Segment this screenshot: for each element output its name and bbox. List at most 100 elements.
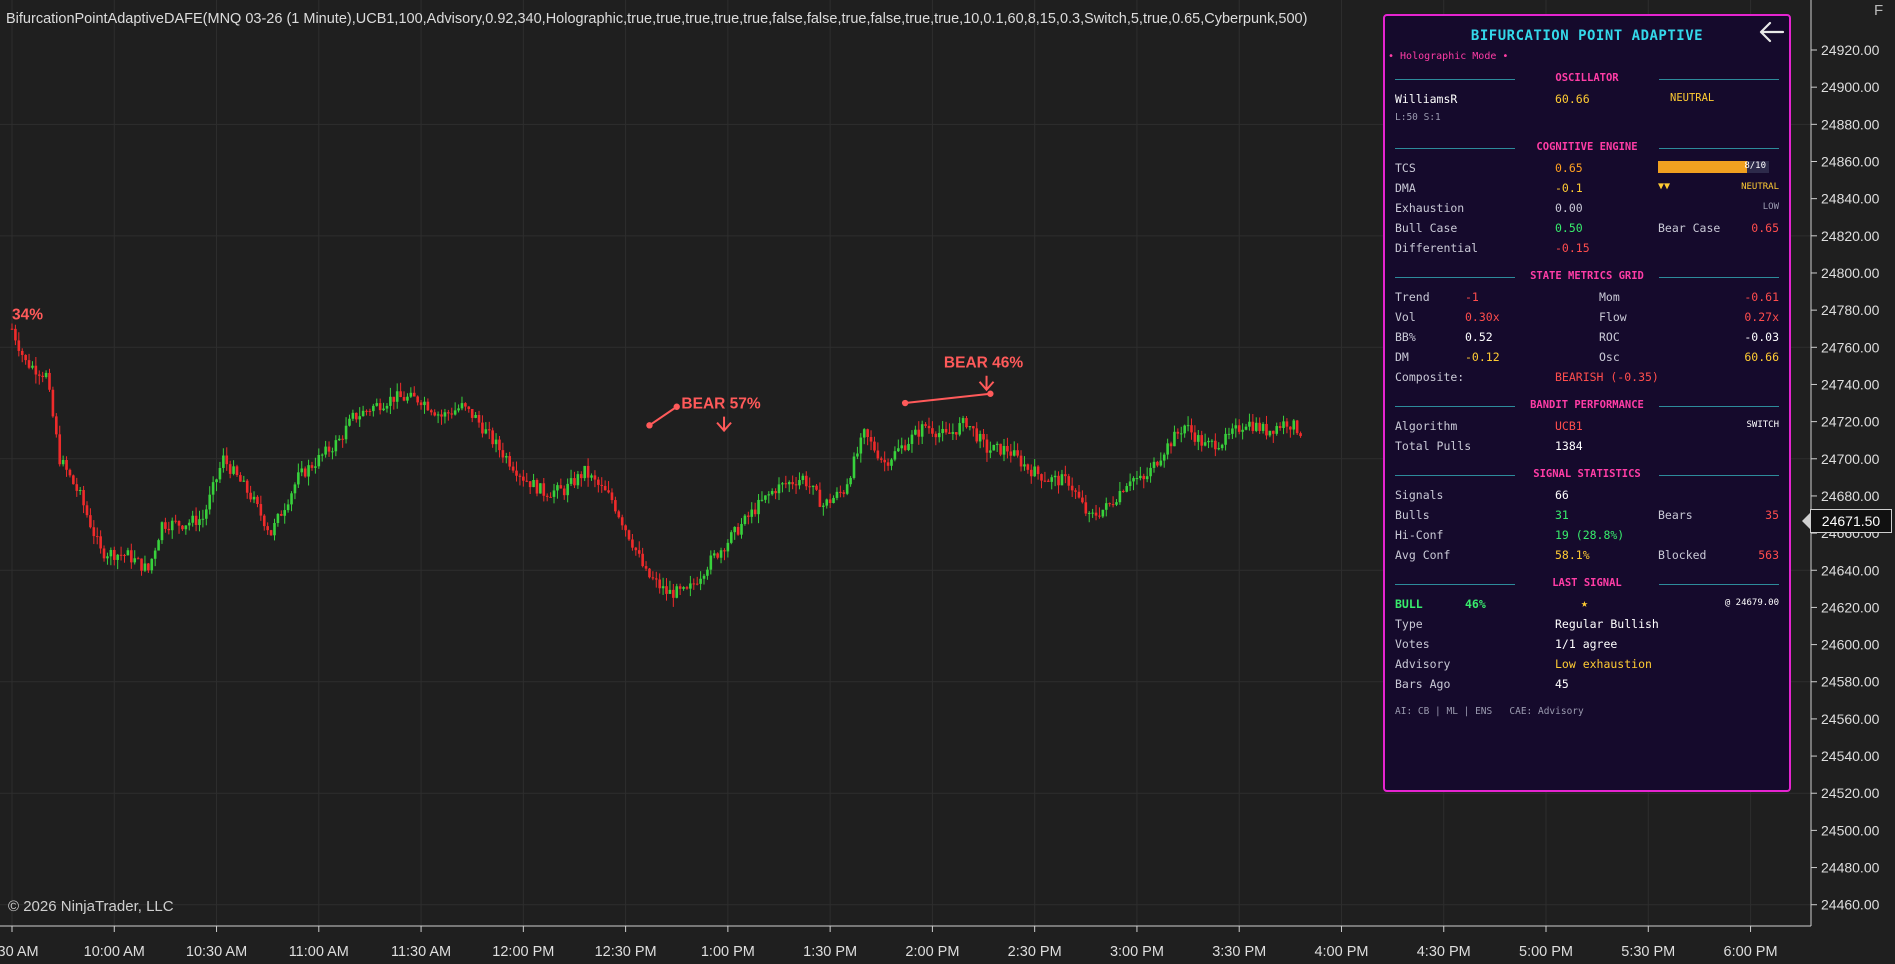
exhaustion-state: LOW: [1762, 202, 1779, 212]
y-tick-label: 24800.00: [1821, 265, 1880, 281]
candle-body: [187, 522, 191, 526]
candle-body: [17, 340, 21, 351]
candle-body: [1108, 503, 1111, 505]
back-arrow-icon[interactable]: [1758, 18, 1786, 46]
candle-body: [1217, 448, 1221, 450]
candle-body: [1289, 426, 1292, 430]
candle-body: [835, 491, 839, 498]
candle-body: [119, 554, 123, 556]
candle-body: [893, 451, 897, 460]
candle-body: [1156, 461, 1159, 466]
candle-body: [1040, 474, 1043, 481]
candle-body: [552, 490, 556, 497]
candle-body: [208, 494, 212, 510]
candle-body: [1122, 490, 1125, 492]
candle-body: [337, 438, 341, 441]
candle-body: [549, 496, 552, 498]
section-signals: SIGNAL STATISTICS: [1395, 468, 1779, 482]
candle-body: [256, 496, 259, 505]
candle-body: [269, 530, 273, 536]
y-tick-label: 24860.00: [1821, 153, 1880, 169]
candle-body: [222, 455, 225, 468]
y-tick-label: 24600.00: [1821, 637, 1880, 653]
candle-body: [1193, 432, 1197, 442]
candle-body: [1254, 422, 1258, 431]
candle-body: [1036, 466, 1040, 475]
candle-body: [627, 530, 631, 540]
candle-body: [542, 483, 546, 496]
candle-body: [1094, 512, 1098, 516]
candle-body: [965, 418, 968, 428]
composite-label: Composite:: [1395, 370, 1465, 384]
candle-body: [382, 408, 385, 411]
candle-body: [150, 558, 154, 571]
candle-body: [992, 444, 996, 451]
candle-body: [634, 547, 638, 551]
mom-label: Mom: [1599, 290, 1620, 304]
candle-body: [729, 532, 733, 543]
candle-body: [532, 479, 535, 488]
divergence-point: [987, 390, 994, 397]
exhaustion-label: Exhaustion: [1395, 201, 1465, 215]
candle-body: [402, 397, 406, 401]
last-signal-price: @ 24679.00: [1724, 598, 1779, 608]
corner-label[interactable]: F: [1874, 2, 1883, 19]
y-tick-label: 24740.00: [1821, 376, 1880, 392]
candle-body: [784, 483, 788, 485]
candle-body: [389, 396, 392, 406]
candle-body: [699, 578, 702, 584]
down-arrow-icon: [716, 416, 732, 433]
candle-body: [515, 470, 518, 476]
candle-body: [123, 555, 126, 557]
candle-body: [948, 432, 951, 434]
candle-body: [900, 445, 904, 449]
x-tick-label: 6:00 PM: [1724, 944, 1778, 960]
candle-body: [453, 410, 457, 415]
candle-body: [743, 515, 747, 525]
candle-body: [539, 483, 542, 494]
candle-body: [1190, 425, 1193, 433]
y-tick-label: 24540.00: [1821, 748, 1880, 764]
candle-body: [375, 403, 379, 406]
candle-body: [1186, 425, 1190, 427]
candle-body: [201, 518, 205, 520]
y-tick-label: 24580.00: [1821, 674, 1880, 690]
candle-body: [252, 496, 256, 500]
y-tick-label: 24480.00: [1821, 860, 1880, 876]
candle-body: [828, 499, 832, 504]
trend-value: -1: [1465, 290, 1479, 304]
x-tick-label: 12:30 PM: [595, 944, 657, 960]
candle-body: [1152, 461, 1156, 468]
pulls-label: Total Pulls: [1395, 439, 1472, 453]
candle-body: [170, 520, 174, 531]
x-tick-label: 2:30 PM: [1008, 944, 1062, 960]
osc-name: WilliamsR: [1395, 92, 1458, 106]
candle-body: [873, 441, 876, 451]
candle-body: [1295, 420, 1299, 434]
y-tick-label: 24560.00: [1821, 711, 1880, 727]
blocked-label: Blocked: [1658, 548, 1707, 562]
candle-body: [777, 484, 781, 494]
candle-body: [1067, 476, 1071, 486]
candle-body: [225, 455, 229, 465]
candle-body: [610, 492, 614, 501]
candle-body: [78, 490, 82, 492]
candle-body: [927, 425, 931, 429]
tcs-progress-fill: [1658, 161, 1747, 173]
candle-body: [259, 504, 263, 516]
algorithm-label: Algorithm: [1395, 419, 1458, 433]
candle-body: [842, 492, 846, 494]
candle-body: [1019, 455, 1023, 467]
bb-label: BB%: [1395, 330, 1416, 344]
candle-body: [511, 466, 515, 471]
pulls-value: 1384: [1555, 439, 1583, 453]
candle-body: [815, 485, 818, 490]
candle-body: [569, 478, 573, 484]
candle-body: [450, 413, 454, 415]
candle-body: [1179, 433, 1183, 435]
candle-body: [934, 433, 938, 438]
candle-body: [1104, 503, 1108, 510]
candle-body: [566, 483, 569, 496]
section-oscillator: OSCILLATOR: [1395, 72, 1779, 86]
bear-divergence-line: [648, 405, 678, 427]
